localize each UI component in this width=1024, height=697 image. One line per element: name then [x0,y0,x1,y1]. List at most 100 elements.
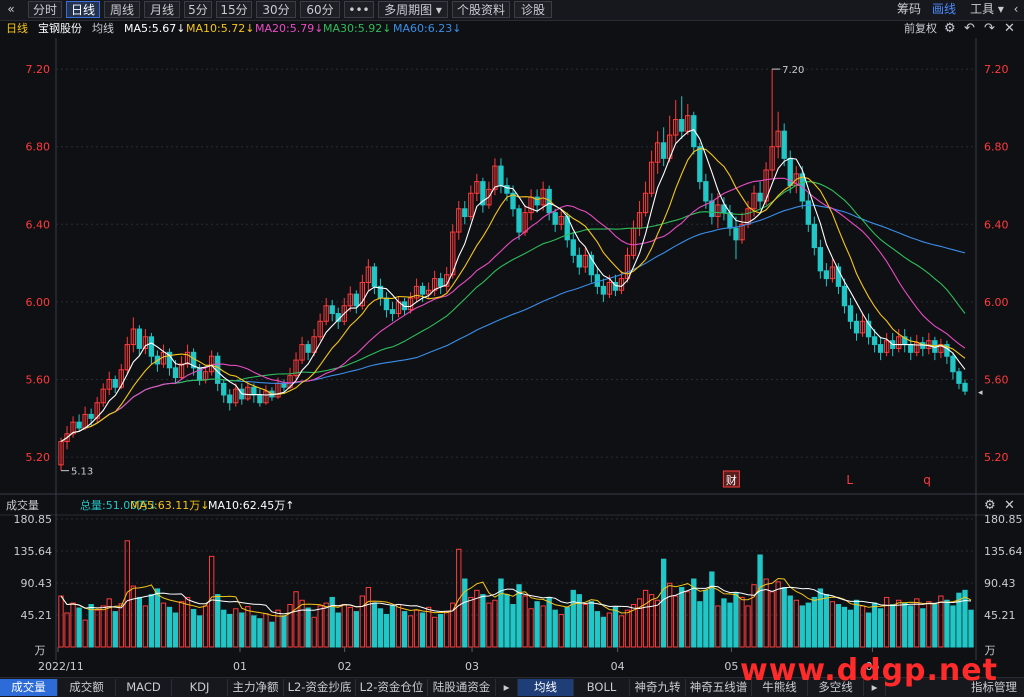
volume-tick-label-left: 135.64 [14,545,53,558]
volume-bar [419,612,426,648]
tab-ma[interactable]: 均线 [518,679,574,696]
tab-macd[interactable]: MACD [116,679,172,696]
candle-body [811,223,817,249]
tab-l2-bottom[interactable]: L2-资金抄底 [284,679,356,696]
volume-bar [865,612,872,648]
tab-main-net[interactable]: 主力净额 [228,679,284,696]
candle-body [88,413,94,419]
volume-bar [148,594,155,648]
volume-bar [160,602,167,648]
volume-bar [401,611,408,648]
finance-marker-label: 财 [726,473,737,487]
volume-bar [920,608,926,648]
volume-bar [407,615,414,648]
candle-body [353,293,359,307]
tab-volume[interactable]: 成交量 [0,679,58,696]
tab-kdj[interactable]: KDJ [172,679,228,696]
date-tick-label: 01 [233,660,247,673]
volume-bar [287,604,293,648]
volume-bar [383,613,390,648]
low-price-label: 5.13 [71,467,93,478]
volume-bar [552,609,558,648]
volume-bar [94,609,100,648]
price-tick-label-left: 5.20 [26,451,51,464]
tab-magic-nine[interactable]: 神奇九转 [630,679,686,696]
date-tick-label: 03 [465,660,479,673]
tab-boll[interactable]: BOLL [574,679,630,696]
volume-bar [178,601,185,648]
volume-bar [877,608,884,648]
price-tick-label-right: 6.00 [984,296,1009,309]
volume-bar [745,605,751,648]
settings-icon[interactable]: ⚙ [984,497,996,515]
volume-bar [697,601,703,648]
volume-bar [775,581,781,648]
volume-bar [112,611,118,648]
price-tick-label-left: 5.60 [26,373,51,386]
volume-bar [829,601,836,648]
candle-body [257,394,263,404]
volume-bar [817,588,824,648]
volume-bar [227,613,233,648]
volume-bar [733,592,739,648]
date-tick-label: 02 [338,660,352,673]
volume-bar [486,602,492,648]
volume-bar [642,589,649,648]
candle-body [600,285,607,295]
volume-bar [130,585,137,648]
volume-bar [106,598,112,648]
candle-body [172,367,179,379]
event-marker-label: L [846,473,853,487]
volume-bar [540,605,546,648]
candle-body [908,344,914,353]
volume-bar [534,601,540,648]
volume-bar [908,605,914,648]
volume-bar [570,589,576,648]
candle-body [329,305,335,315]
volume-bar [606,612,613,648]
candle-body [76,421,82,429]
volume-bar [962,589,968,648]
volume-ma5: MA5:63.11万↓ [130,499,210,512]
candle-body [703,181,709,202]
volume-bar [305,607,311,648]
volume-bar [371,602,378,648]
volume-bar [654,599,661,648]
tabs-next-icon[interactable]: ▸ [496,679,518,696]
tab-l2-position[interactable]: L2-资金仓位 [356,679,428,696]
volume-bar [190,608,197,648]
volume-bar [118,603,124,648]
volume-legend: 成交量 总量:51.00万↓ MA5:63.11万↓ MA10:62.45万↑ … [0,497,1024,515]
volume-bar [70,602,76,648]
close-volume-icon[interactable]: ✕ [1004,497,1015,515]
volume-tick-label-left: 90.43 [21,577,53,590]
volume-bar [522,595,528,648]
candle-body [462,208,468,218]
price-tick-label-left: 6.80 [26,141,51,154]
volume-bar [504,594,510,648]
volume-bar [498,578,504,648]
volume-bar [136,596,143,648]
candle-body [823,270,830,280]
volume-bar [251,615,257,648]
tab-hk-connect[interactable]: 陆股通资金 [428,679,496,696]
volume-bar [932,604,938,648]
volume-bar [166,606,173,648]
volume-bar [269,621,275,648]
kline-chart[interactable]: 7.20 7.20 6.80 6.80 6.40 6.40 6.00 6.00 5.60 5.60… [0,0,1024,677]
volume-bar [588,601,595,648]
volume-bar [727,602,733,648]
price-tick-label-right: 5.20 [984,451,1009,464]
volume-bar [480,594,486,648]
candle-body [534,196,540,206]
volume-bar [926,601,932,648]
volume-bar [660,558,667,648]
volume-bar [618,615,625,648]
volume-bar [257,618,263,648]
volume-bar [769,591,775,648]
volume-bar [799,605,805,648]
candle-body [871,336,878,346]
tab-turnover[interactable]: 成交额 [58,679,116,696]
volume-tick-label-right: 45.21 [984,609,1016,622]
volume-bar [968,609,974,648]
